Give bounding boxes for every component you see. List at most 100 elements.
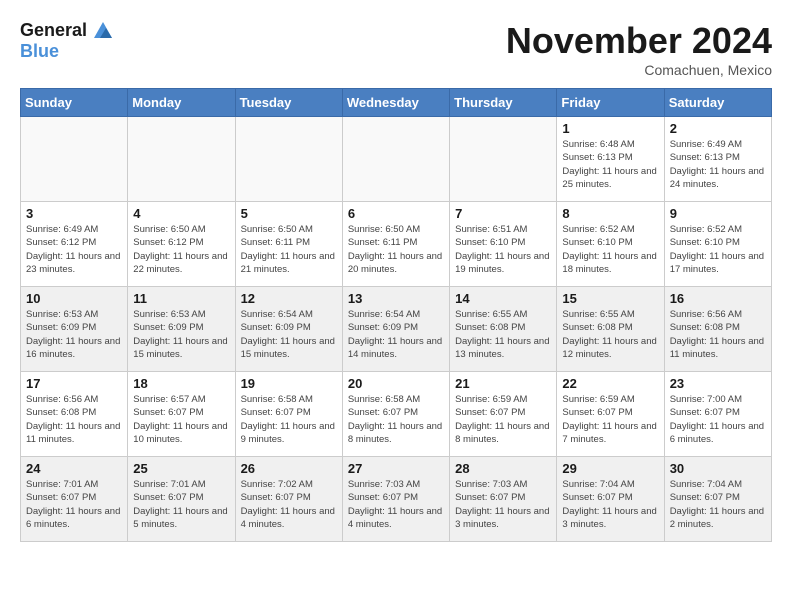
calendar-cell xyxy=(21,117,128,202)
day-number: 21 xyxy=(455,376,551,391)
calendar-cell: 11Sunrise: 6:53 AM Sunset: 6:09 PM Dayli… xyxy=(128,287,235,372)
calendar-cell: 29Sunrise: 7:04 AM Sunset: 6:07 PM Dayli… xyxy=(557,457,664,542)
day-info: Sunrise: 6:58 AM Sunset: 6:07 PM Dayligh… xyxy=(241,393,337,446)
day-number: 27 xyxy=(348,461,444,476)
calendar-cell: 6 Sunrise: 6:50 AM Sunset: 6:11 PM Daylig… xyxy=(342,202,449,287)
calendar-cell: 25 Sunrise: 7:01 AM Sunset: 6:07 PM Dayli… xyxy=(128,457,235,542)
day-number: 23 xyxy=(670,376,766,391)
calendar-cell: 27 Sunrise: 7:03 AM Sunset: 6:07 PM Dayli… xyxy=(342,457,449,542)
day-number: 13 xyxy=(348,291,444,306)
weekday-header: Thursday xyxy=(450,89,557,117)
calendar-cell xyxy=(235,117,342,202)
day-info: Sunrise: 6:50 AM Sunset: 6:11 PM Dayligh… xyxy=(241,223,337,276)
day-number: 7 xyxy=(455,206,551,221)
calendar-cell: 5 Sunrise: 6:50 AM Sunset: 6:11 PM Daylig… xyxy=(235,202,342,287)
day-info: Sunrise: 7:03 AM Sunset: 6:07 PM Dayligh… xyxy=(348,478,444,531)
calendar-cell: 22 Sunrise: 6:59 AM Sunset: 6:07 PM Dayli… xyxy=(557,372,664,457)
day-info: Sunrise: 6:49 AM Sunset: 6:12 PM Dayligh… xyxy=(26,223,122,276)
logo-line1: General xyxy=(20,20,87,40)
calendar-cell: 9 Sunrise: 6:52 AM Sunset: 6:10 PM Daylig… xyxy=(664,202,771,287)
day-number: 14 xyxy=(455,291,551,306)
month-title: November 2024 xyxy=(506,20,772,62)
day-number: 20 xyxy=(348,376,444,391)
day-info: Sunrise: 6:54 AM Sunset: 6:09 PM Dayligh… xyxy=(348,308,444,361)
day-info: Sunrise: 7:00 AM Sunset: 6:07 PM Dayligh… xyxy=(670,393,766,446)
day-info: Sunrise: 6:51 AM Sunset: 6:10 PM Dayligh… xyxy=(455,223,551,276)
weekday-header: Sunday xyxy=(21,89,128,117)
calendar-cell: 20 Sunrise: 6:58 AM Sunset: 6:07 PM Dayli… xyxy=(342,372,449,457)
day-number: 9 xyxy=(670,206,766,221)
calendar-cell: 16Sunrise: 6:56 AM Sunset: 6:08 PM Dayli… xyxy=(664,287,771,372)
day-info: Sunrise: 6:50 AM Sunset: 6:11 PM Dayligh… xyxy=(348,223,444,276)
day-info: Sunrise: 6:58 AM Sunset: 6:07 PM Dayligh… xyxy=(348,393,444,446)
day-info: Sunrise: 7:03 AM Sunset: 6:07 PM Dayligh… xyxy=(455,478,551,531)
day-number: 19 xyxy=(241,376,337,391)
weekday-header: Tuesday xyxy=(235,89,342,117)
day-number: 17 xyxy=(26,376,122,391)
calendar-cell: 10 Sunrise: 6:53 AM Sunset: 6:09 PM Dayli… xyxy=(21,287,128,372)
calendar-cell: 4 Sunrise: 6:50 AM Sunset: 6:12 PM Daylig… xyxy=(128,202,235,287)
day-info: Sunrise: 6:55 AM Sunset: 6:08 PM Dayligh… xyxy=(455,308,551,361)
calendar-cell: 7 Sunrise: 6:51 AM Sunset: 6:10 PM Daylig… xyxy=(450,202,557,287)
day-info: Sunrise: 6:54 AM Sunset: 6:09 PM Dayligh… xyxy=(241,308,337,361)
calendar-cell: 12 Sunrise: 6:54 AM Sunset: 6:09 PM Dayli… xyxy=(235,287,342,372)
day-number: 15 xyxy=(562,291,658,306)
calendar-cell: 24 Sunrise: 7:01 AM Sunset: 6:07 PM Dayli… xyxy=(21,457,128,542)
day-info: Sunrise: 6:50 AM Sunset: 6:12 PM Dayligh… xyxy=(133,223,229,276)
day-number: 22 xyxy=(562,376,658,391)
weekday-header: Friday xyxy=(557,89,664,117)
day-info: Sunrise: 6:59 AM Sunset: 6:07 PM Dayligh… xyxy=(562,393,658,446)
title-block: November 2024 Comachuen, Mexico xyxy=(506,20,772,78)
day-info: Sunrise: 6:56 AM Sunset: 6:08 PM Dayligh… xyxy=(670,308,766,361)
day-number: 6 xyxy=(348,206,444,221)
day-info: Sunrise: 7:01 AM Sunset: 6:07 PM Dayligh… xyxy=(133,478,229,531)
calendar-week-row: 1Sunrise: 6:48 AM Sunset: 6:13 PM Daylig… xyxy=(21,117,772,202)
calendar-cell: 3 Sunrise: 6:49 AM Sunset: 6:12 PM Daylig… xyxy=(21,202,128,287)
day-number: 10 xyxy=(26,291,122,306)
day-number: 5 xyxy=(241,206,337,221)
day-number: 8 xyxy=(562,206,658,221)
calendar-cell: 15 Sunrise: 6:55 AM Sunset: 6:08 PM Dayli… xyxy=(557,287,664,372)
logo: General Blue xyxy=(20,20,114,62)
calendar-cell: 28Sunrise: 7:03 AM Sunset: 6:07 PM Dayli… xyxy=(450,457,557,542)
calendar-week-row: 17 Sunrise: 6:56 AM Sunset: 6:08 PM Dayli… xyxy=(21,372,772,457)
day-info: Sunrise: 7:02 AM Sunset: 6:07 PM Dayligh… xyxy=(241,478,337,531)
calendar-cell: 8 Sunrise: 6:52 AM Sunset: 6:10 PM Daylig… xyxy=(557,202,664,287)
day-info: Sunrise: 6:52 AM Sunset: 6:10 PM Dayligh… xyxy=(562,223,658,276)
day-number: 26 xyxy=(241,461,337,476)
calendar-cell: 26 Sunrise: 7:02 AM Sunset: 6:07 PM Dayli… xyxy=(235,457,342,542)
day-number: 1 xyxy=(562,121,658,136)
day-info: Sunrise: 6:55 AM Sunset: 6:08 PM Dayligh… xyxy=(562,308,658,361)
day-number: 24 xyxy=(26,461,122,476)
logo-line2: Blue xyxy=(20,42,114,62)
calendar-cell: 30Sunrise: 7:04 AM Sunset: 6:07 PM Dayli… xyxy=(664,457,771,542)
day-info: Sunrise: 6:53 AM Sunset: 6:09 PM Dayligh… xyxy=(26,308,122,361)
day-number: 4 xyxy=(133,206,229,221)
day-number: 25 xyxy=(133,461,229,476)
day-info: Sunrise: 6:59 AM Sunset: 6:07 PM Dayligh… xyxy=(455,393,551,446)
weekday-header: Saturday xyxy=(664,89,771,117)
day-info: Sunrise: 6:53 AM Sunset: 6:09 PM Dayligh… xyxy=(133,308,229,361)
calendar-table: SundayMondayTuesdayWednesdayThursdayFrid… xyxy=(20,88,772,542)
location-subtitle: Comachuen, Mexico xyxy=(506,62,772,78)
day-number: 2 xyxy=(670,121,766,136)
calendar-cell: 13 Sunrise: 6:54 AM Sunset: 6:09 PM Dayli… xyxy=(342,287,449,372)
day-info: Sunrise: 6:49 AM Sunset: 6:13 PM Dayligh… xyxy=(670,138,766,191)
day-number: 3 xyxy=(26,206,122,221)
calendar-cell: 23 Sunrise: 7:00 AM Sunset: 6:07 PM Dayli… xyxy=(664,372,771,457)
day-info: Sunrise: 6:57 AM Sunset: 6:07 PM Dayligh… xyxy=(133,393,229,446)
calendar-cell xyxy=(128,117,235,202)
calendar-cell: 1Sunrise: 6:48 AM Sunset: 6:13 PM Daylig… xyxy=(557,117,664,202)
day-info: Sunrise: 6:56 AM Sunset: 6:08 PM Dayligh… xyxy=(26,393,122,446)
day-info: Sunrise: 7:01 AM Sunset: 6:07 PM Dayligh… xyxy=(26,478,122,531)
weekday-header: Monday xyxy=(128,89,235,117)
calendar-cell: 21 Sunrise: 6:59 AM Sunset: 6:07 PM Dayli… xyxy=(450,372,557,457)
calendar-cell xyxy=(450,117,557,202)
day-number: 30 xyxy=(670,461,766,476)
page-header: General Blue November 2024 Comachuen, Me… xyxy=(20,20,772,78)
calendar-cell: 2 Sunrise: 6:49 AM Sunset: 6:13 PM Daylig… xyxy=(664,117,771,202)
day-info: Sunrise: 6:52 AM Sunset: 6:10 PM Dayligh… xyxy=(670,223,766,276)
day-info: Sunrise: 7:04 AM Sunset: 6:07 PM Dayligh… xyxy=(562,478,658,531)
day-number: 12 xyxy=(241,291,337,306)
calendar-week-row: 3 Sunrise: 6:49 AM Sunset: 6:12 PM Daylig… xyxy=(21,202,772,287)
